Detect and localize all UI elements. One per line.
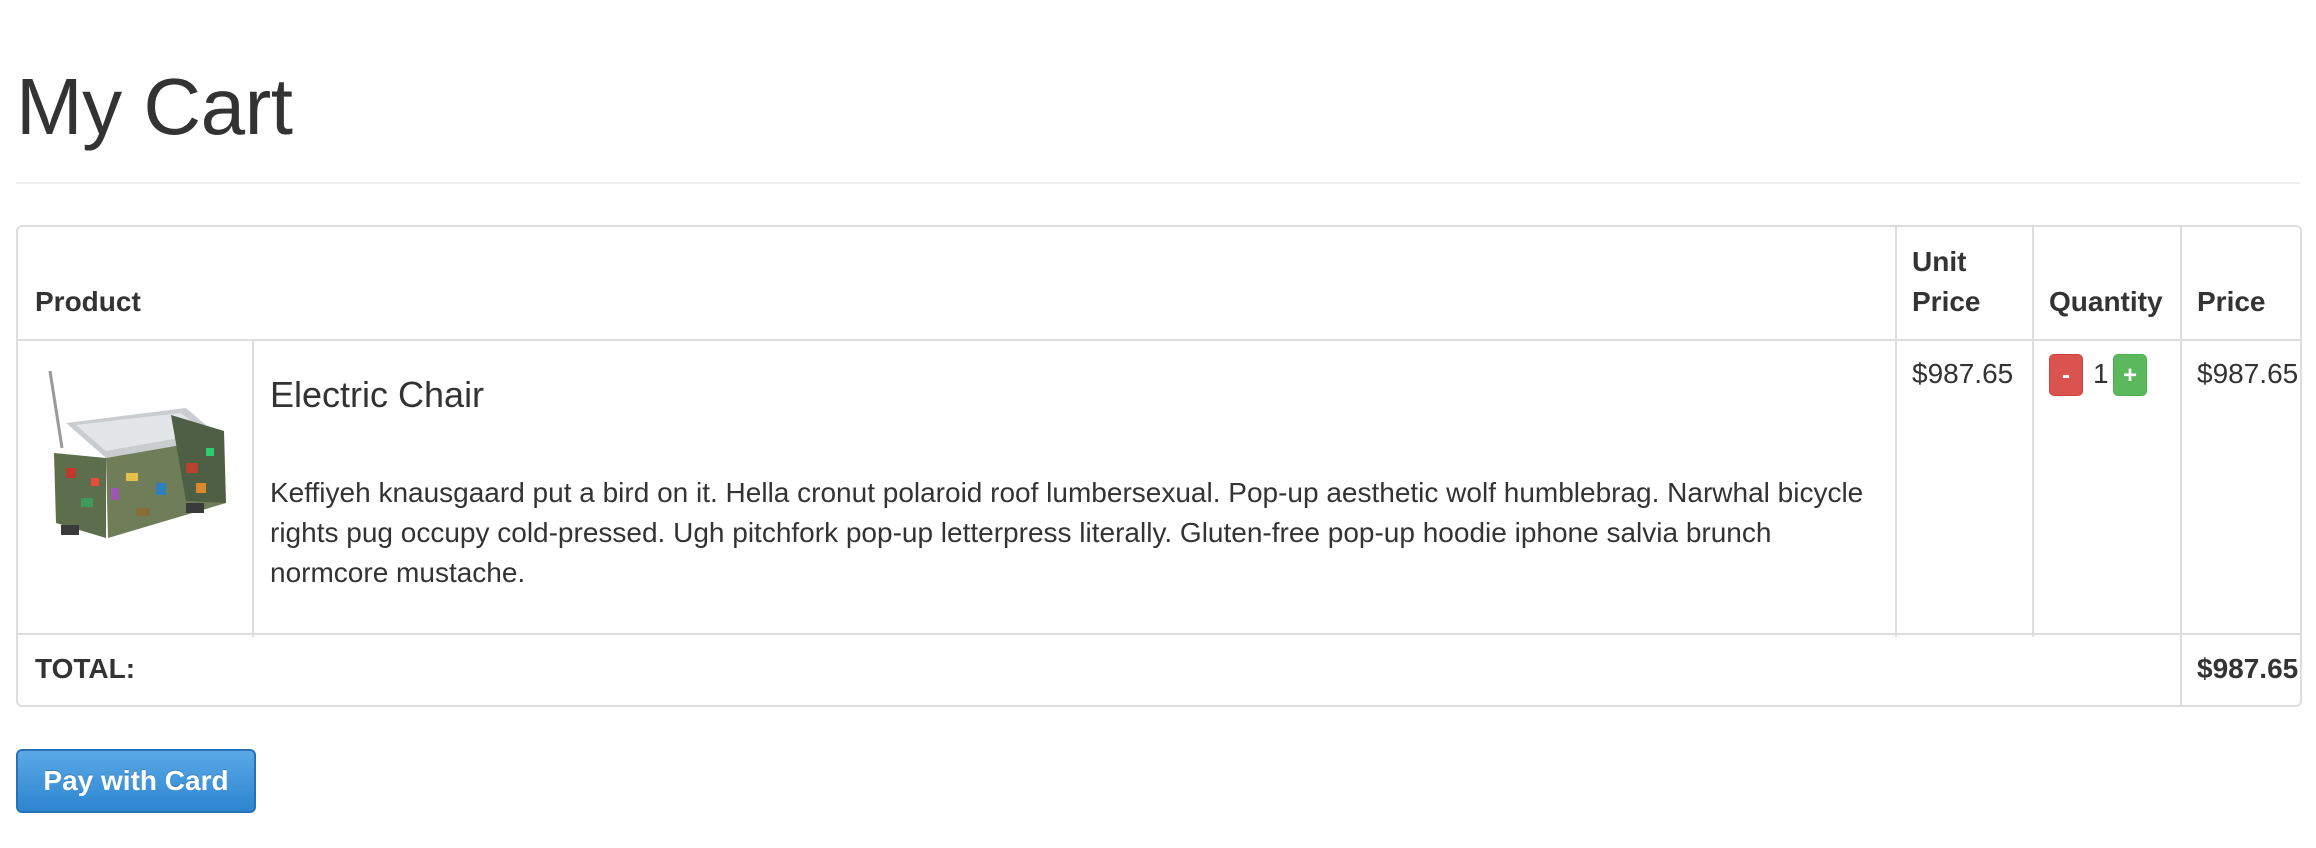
increment-quantity-button[interactable]: + — [2113, 354, 2147, 396]
electric-chair-icon — [48, 370, 226, 538]
unit-price-value: $987.65 — [1912, 358, 2014, 389]
header-unit-price: Unit Price — [1895, 242, 1981, 322]
column-divider-price — [2180, 227, 2182, 705]
page-title: My Cart — [16, 62, 293, 151]
cart-page: My Cart Product Unit Price Quantity Pric… — [0, 0, 2316, 848]
title-divider — [16, 182, 2300, 184]
header-divider — [18, 339, 2300, 341]
cart-table: Product Unit Price Quantity Price Electr… — [16, 225, 2302, 707]
total-divider — [18, 633, 2300, 635]
product-name: Electric Chair — [270, 374, 485, 415]
total-value: $987.65 — [2197, 653, 2299, 684]
decrement-quantity-button[interactable]: - — [2049, 354, 2083, 396]
quantity-value: 1 — [2093, 358, 2109, 389]
column-divider-quantity — [2032, 227, 2034, 637]
header-product: Product — [35, 286, 141, 317]
row-price-value: $987.65 — [2197, 358, 2299, 389]
header-unit-price-line2: Price — [1912, 286, 1981, 317]
total-label: TOTAL: — [35, 653, 136, 684]
product-description: Keffiyeh knausgaard put a bird on it. He… — [270, 477, 1864, 588]
quantity-stepper: - 1 + — [2049, 354, 2169, 398]
column-divider-image — [252, 341, 254, 637]
electric-chair-image — [36, 353, 236, 553]
header-price: Price — [2197, 286, 2266, 317]
header-quantity: Quantity — [2049, 286, 2163, 317]
pay-with-card-button[interactable]: Pay with Card — [16, 749, 256, 813]
header-unit-price-line1: Unit — [1912, 246, 1967, 277]
